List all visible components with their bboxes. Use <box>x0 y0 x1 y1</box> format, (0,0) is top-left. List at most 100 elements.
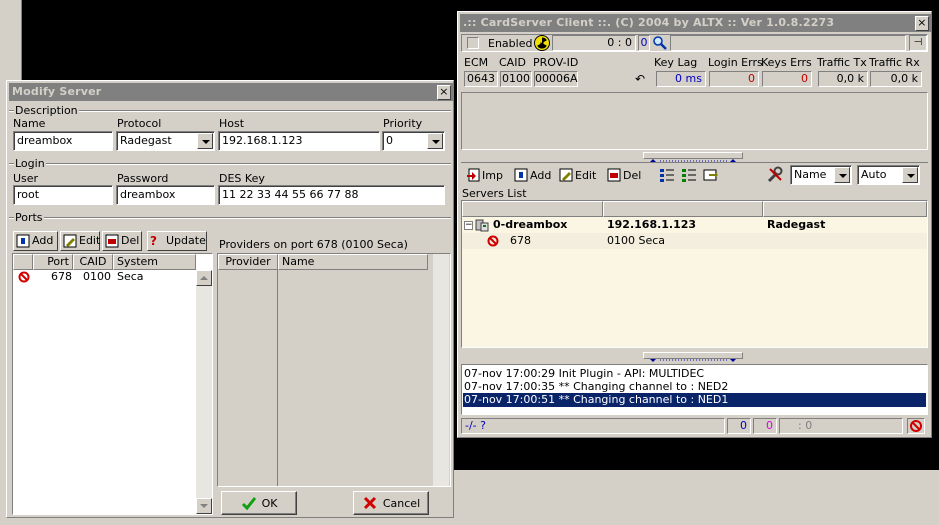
chevron-down-icon[interactable] <box>427 133 443 149</box>
port-system: 0100 Seca <box>607 234 666 247</box>
host-field[interactable]: 192.168.1.123 <box>218 131 380 151</box>
client-edit-button[interactable]: Edit <box>559 166 596 184</box>
enabled-label: Enabled <box>488 37 533 50</box>
add-icon <box>514 168 528 182</box>
edit-icon <box>559 168 573 182</box>
ports-col-caid[interactable]: CAID <box>73 254 113 270</box>
caid-value: 0100 <box>500 71 532 87</box>
protocol-select[interactable]: Radegast <box>116 131 215 151</box>
scroll-up-button[interactable] <box>196 270 212 286</box>
add-icon <box>16 234 30 248</box>
caid-header: CAID <box>499 56 526 69</box>
login-errs-value: 0 <box>709 71 759 87</box>
description-group-label: Description <box>14 104 79 117</box>
server-row[interactable]: − 0-dreambox 192.168.1.123 Radegast <box>462 217 927 233</box>
status-ratio: : 0 <box>779 418 903 434</box>
tools-icon[interactable] <box>766 166 784 184</box>
provid-header: PROV-ID <box>533 56 579 69</box>
cardserver-client-window: .:: CardServer Client ::. (C) 2004 by AL… <box>457 11 932 438</box>
mode-select[interactable]: Auto <box>857 165 920 185</box>
password-field[interactable]: dreambox <box>116 185 215 205</box>
counter-blue-box: 0 <box>638 35 650 51</box>
ok-button[interactable]: OK <box>221 491 297 515</box>
sort-select[interactable]: Name <box>790 165 852 185</box>
port-cell: 678 <box>51 270 72 283</box>
close-icon <box>362 495 378 511</box>
name-field[interactable]: dreambox <box>13 131 113 151</box>
stop-icon[interactable] <box>907 418 925 434</box>
login-errs-header: Login Errs <box>708 56 763 69</box>
ports-scrollbar[interactable] <box>196 270 212 514</box>
password-label: Password <box>117 172 169 185</box>
client-titlebar[interactable]: .:: CardServer Client ::. (C) 2004 by AL… <box>460 14 932 32</box>
ports-group-label: Ports <box>14 211 44 224</box>
ecm-value: 0643 <box>464 71 498 87</box>
chevron-down-icon[interactable] <box>197 133 213 149</box>
detail-view-icon[interactable] <box>681 167 697 183</box>
modify-titlebar[interactable]: Modify Server × <box>9 83 454 101</box>
collapse-icon[interactable]: − <box>464 221 473 230</box>
list-view-icon[interactable] <box>659 167 675 183</box>
user-field[interactable]: root <box>13 185 113 205</box>
imp-button[interactable]: Imp <box>466 166 503 184</box>
providers-col-name[interactable]: Name <box>278 254 428 270</box>
port-row[interactable]: 678 0100 Seca <box>462 233 927 249</box>
search-icon[interactable] <box>652 35 668 51</box>
status-magenta: 0 <box>753 418 777 434</box>
splitter-top[interactable] <box>643 152 743 162</box>
client-close-button[interactable]: × <box>915 16 929 31</box>
port-number: 678 <box>510 234 531 247</box>
ports-list: Port CAID System 678 0100 Seca <box>12 253 213 515</box>
providers-col-provider[interactable]: Provider <box>218 254 278 270</box>
caid-cell: 0100 <box>83 270 111 283</box>
splitter-bottom[interactable] <box>643 352 743 362</box>
server-protocol: Radegast <box>767 218 826 231</box>
stats-panel: ECM CAID PROV-ID Key Lag Login Errs Keys… <box>461 54 928 90</box>
counter-value: 0 : 0 <box>607 36 632 49</box>
keylag-header: Key Lag <box>654 56 698 69</box>
cancel-button[interactable]: Cancel <box>353 491 429 515</box>
deskey-label: DES Key <box>219 172 265 185</box>
log-line-selected: 07-nov 17:00:51 ** Changing channel to :… <box>463 393 926 407</box>
client-status-bar: -/- ? 0 0 : 0 <box>461 417 928 435</box>
delete-icon <box>607 168 621 182</box>
servers-header-2[interactable] <box>603 201 763 217</box>
enabled-bar: Enabled 0 : 0 0 ⊣ <box>461 34 928 52</box>
client-add-button[interactable]: Add <box>514 166 551 184</box>
log-line: 07-nov 17:00:29 Init Plugin - API: MULTI… <box>464 367 705 380</box>
ports-edit-button[interactable]: Edit <box>60 231 100 251</box>
providers-title: Providers on port 678 (0100 Seca) <box>219 238 408 251</box>
chevron-down-icon[interactable] <box>902 167 918 183</box>
ports-col-port[interactable]: Port <box>33 254 73 270</box>
scroll-down-button[interactable] <box>196 498 212 514</box>
ports-col-system[interactable]: System <box>113 254 196 270</box>
export-icon[interactable] <box>703 167 719 183</box>
client-del-button[interactable]: Del <box>607 166 641 184</box>
keylag-value: 0 ms <box>656 71 706 87</box>
traffic-rx-header: Traffic Rx <box>869 56 920 69</box>
server-host: 192.168.1.123 <box>607 218 697 231</box>
disabled-icon <box>18 271 30 283</box>
pin-icon[interactable]: ⊣ <box>909 35 927 51</box>
chevron-down-icon[interactable] <box>834 167 850 183</box>
priority-select[interactable]: 0 <box>382 131 445 151</box>
modify-server-dialog: Modify Server × Description Name Protoco… <box>6 80 454 518</box>
ports-update-button[interactable]: ? Update <box>147 231 207 251</box>
import-icon <box>466 168 480 182</box>
status-blue: 0 <box>727 418 751 434</box>
table-row[interactable]: 678 0100 Seca <box>13 270 196 285</box>
modify-close-button[interactable]: × <box>437 85 451 100</box>
providers-list: Provider Name <box>217 253 451 487</box>
enabled-checkbox[interactable] <box>467 37 479 49</box>
servers-header-3[interactable] <box>763 201 927 217</box>
ports-col-icon[interactable] <box>13 254 33 270</box>
providers-scrollbar[interactable] <box>433 254 449 486</box>
deskey-field[interactable]: 11 22 33 44 55 66 77 88 <box>218 185 445 205</box>
edit-icon <box>63 234 77 248</box>
log-list[interactable]: 07-nov 17:00:29 Init Plugin - API: MULTI… <box>461 364 928 415</box>
ports-del-button[interactable]: Del <box>102 231 142 251</box>
ports-add-button[interactable]: Add <box>13 231 58 251</box>
priority-label: Priority <box>383 117 423 130</box>
servers-header-1[interactable] <box>462 201 603 217</box>
login-group-line <box>9 163 451 165</box>
